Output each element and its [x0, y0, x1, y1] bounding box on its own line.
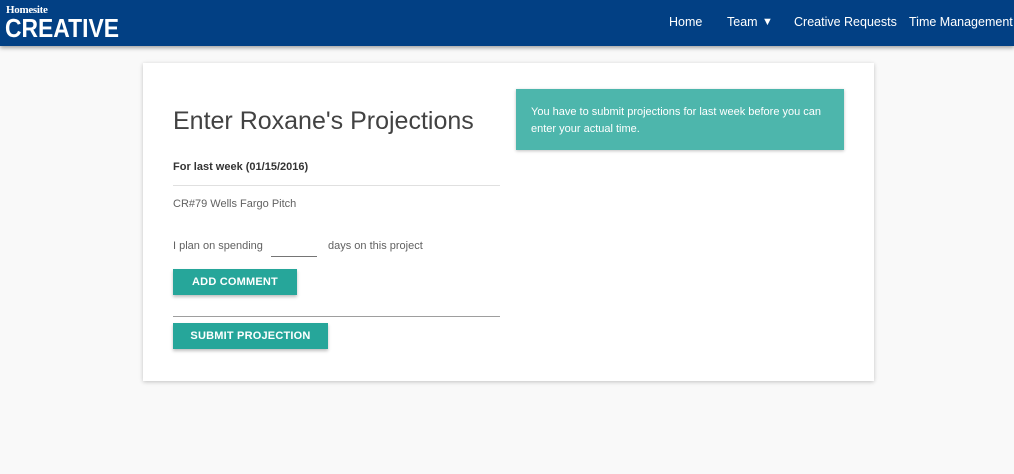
add-comment-button[interactable]: ADD COMMENT	[173, 269, 297, 295]
projection-card: Enter Roxane's Projections For last week…	[143, 63, 874, 381]
project-name: CR#79 Wells Fargo Pitch	[173, 198, 297, 210]
nav-creative-requests[interactable]: Creative Requests	[794, 15, 897, 29]
divider	[173, 185, 500, 186]
nav-team[interactable]: Team	[727, 15, 758, 29]
submit-projection-button[interactable]: SUBMIT PROJECTION	[173, 323, 328, 349]
info-alert: You have to submit projections for last …	[516, 89, 844, 150]
plan-suffix-label: days on this project	[328, 240, 423, 252]
brand-logo-word: CREATIVE	[5, 13, 119, 43]
top-navbar: Homesite CREATIVE Home Team ▼ Creative R…	[0, 0, 1014, 46]
alert-message: You have to submit projections for last …	[531, 106, 822, 135]
chevron-down-icon[interactable]: ▼	[762, 16, 773, 28]
brand-logo[interactable]: Homesite CREATIVE	[5, 3, 119, 43]
days-input[interactable]	[271, 235, 317, 257]
page-title: Enter Roxane's Projections	[173, 107, 474, 135]
week-label: For last week (01/15/2016)	[173, 161, 309, 173]
nav-home[interactable]: Home	[669, 15, 702, 29]
nav-time-management[interactable]: Time Management	[909, 15, 1013, 29]
plan-prefix-label: I plan on spending	[173, 240, 263, 252]
divider	[173, 316, 500, 317]
